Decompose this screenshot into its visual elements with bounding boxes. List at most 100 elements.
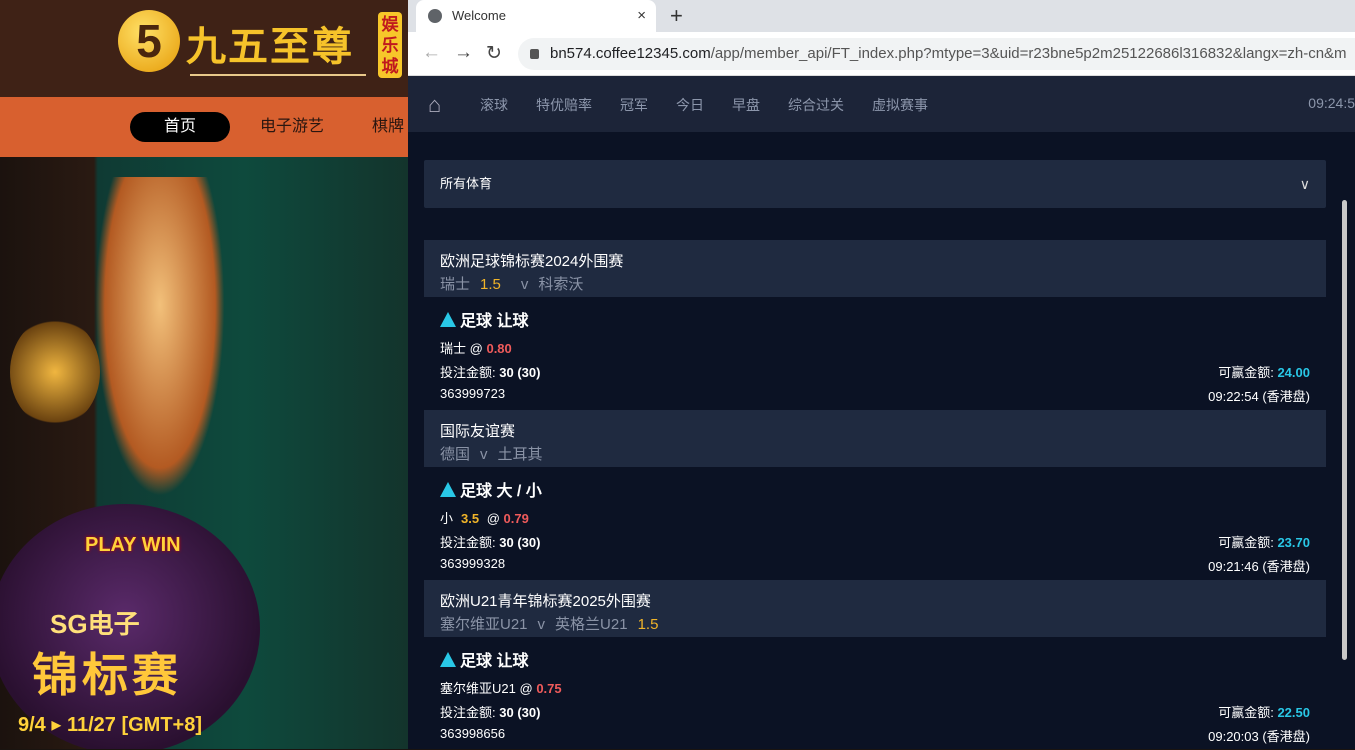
match-header: 欧洲足球锦标赛2024外围赛 瑞士 1.5 v 科索沃: [424, 240, 1326, 297]
odds: 0.80: [486, 341, 512, 356]
close-tab-icon[interactable]: ×: [637, 0, 646, 32]
promo-brand: SG电子: [50, 609, 140, 639]
sport-filter-value: 所有体育: [440, 176, 493, 191]
logo-ornament: [190, 74, 366, 76]
pick-name: 小: [440, 511, 454, 526]
at-sign: @: [486, 511, 500, 526]
browser-window: Welcome × + ← → ↻ bn574.coffee12345.com/…: [408, 0, 1355, 749]
promo-dates: 9/4 ▸ 11/27 [GMT+8]: [18, 714, 203, 736]
url-host: bn574.coffee12345.com: [550, 45, 711, 62]
bet-slip: 足球 让球 瑞士 @ 0.80 投注金额: 30 (30) 363999723 …: [424, 297, 1326, 410]
match-teams: 德国 v 土耳其: [440, 443, 1310, 464]
warning-icon: [440, 482, 456, 497]
away-team: 科索沃: [538, 276, 584, 293]
home-team: 塞尔维亚U21: [440, 616, 528, 633]
match-header: 欧洲U21青年锦标赛2025外围赛 塞尔维亚U21 v 英格兰U21 1.5: [424, 580, 1326, 637]
bet-type: 足球 让球: [460, 653, 529, 670]
league-name: 欧洲U21青年锦标赛2025外围赛: [440, 593, 651, 610]
lock-icon: [530, 49, 539, 59]
casino-nav: 首页 电子游艺 棋牌: [0, 97, 408, 157]
win-value: 24.00: [1277, 365, 1310, 380]
match-header: 国际友谊赛 德国 v 土耳其: [424, 410, 1326, 467]
bet-type: 足球 让球: [460, 313, 529, 330]
away-team: 英格兰U21: [555, 616, 628, 633]
promo-title: 锦标赛: [32, 649, 182, 701]
win-label: 可赢金额:: [1218, 365, 1274, 380]
win-value: 23.70: [1277, 535, 1310, 550]
back-icon[interactable]: ←: [422, 42, 441, 64]
home-team: 德国: [440, 446, 471, 463]
clock: 09:24:5: [1308, 95, 1355, 111]
address-bar-row: ← → ↻ bn574.coffee12345.com/app/member_a…: [408, 32, 1355, 76]
logo-text: 九五至尊: [186, 23, 354, 70]
bet-card: 国际友谊赛 德国 v 土耳其 足球 大 / 小 小 3.5 @ 0.79 投注金额: …: [424, 410, 1326, 580]
bet-type: 足球 大 / 小: [460, 483, 542, 500]
nav-special-odds[interactable]: 特优赔率: [536, 95, 592, 115]
nav-parlay[interactable]: 综合过关: [788, 95, 844, 115]
coin-image: [10, 317, 100, 427]
league-name: 欧洲足球锦标赛2024外围赛: [440, 253, 624, 270]
logo-badge: 娱乐城: [378, 12, 402, 78]
ticket-id: 363999723: [440, 386, 506, 401]
sports-nav: ⌂ 滚球 特优赔率 冠军 今日 早盘 综合过关 虚拟赛事 09:24:5: [408, 76, 1355, 132]
ticket-id: 363998656: [440, 726, 506, 741]
win-value: 22.50: [1277, 705, 1310, 720]
versus: v: [537, 616, 546, 633]
versus: v: [480, 446, 488, 463]
stake-value: 30 (30): [499, 365, 541, 380]
bet-time: 09:20:03 (香港盘): [1208, 729, 1310, 744]
odds: 0.79: [503, 511, 529, 526]
scrollbar[interactable]: [1342, 200, 1347, 660]
win-label: 可赢金额:: [1218, 535, 1274, 550]
url-path: /app/member_api/FT_index.php?mtype=3&uid…: [710, 45, 1347, 62]
bet-card: 欧洲足球锦标赛2024外围赛 瑞士 1.5 v 科索沃 足球 让球 瑞士 @ 0.80…: [424, 240, 1326, 410]
pick-name: 塞尔维亚U21: [440, 681, 516, 696]
bet-slip: 足球 让球 塞尔维亚U21 @ 0.75 投注金额: 30 (30) 36399…: [424, 637, 1326, 750]
bet-time: 09:22:54 (香港盘): [1208, 389, 1310, 404]
logo-icon: 5: [118, 10, 180, 72]
match-teams: 塞尔维亚U21 v 英格兰U21 1.5: [440, 613, 1310, 634]
casino-nav-cards[interactable]: 棋牌: [372, 112, 404, 142]
chevron-down-icon: ∨: [1299, 176, 1310, 192]
ticket-id: 363999328: [440, 556, 506, 571]
background-casino-site: 5 九五至尊 娱乐城 首页 电子游艺 棋牌 PLAY WIN SG电子 锦标赛 …: [0, 0, 408, 749]
pick-name: 瑞士: [440, 341, 467, 356]
warning-icon: [440, 652, 456, 667]
home-icon[interactable]: ⌂: [428, 92, 441, 118]
globe-icon: [428, 9, 442, 23]
promo-play-win: PLAY WIN: [85, 534, 181, 556]
at-sign: @: [519, 681, 533, 696]
nav-virtual[interactable]: 虚拟赛事: [872, 95, 928, 115]
sport-filter-select[interactable]: 所有体育 ∨: [424, 160, 1326, 208]
nav-live[interactable]: 滚球: [480, 95, 508, 115]
url-input[interactable]: bn574.coffee12345.com/app/member_api/FT_…: [518, 38, 1355, 70]
casino-nav-home[interactable]: 首页: [130, 112, 230, 142]
tab-title: Welcome: [452, 8, 506, 23]
nav-today[interactable]: 今日: [676, 95, 704, 115]
bet-time: 09:21:46 (香港盘): [1208, 559, 1310, 574]
handicap-away: 1.5: [637, 616, 659, 633]
away-team: 土耳其: [497, 446, 543, 463]
nav-early[interactable]: 早盘: [732, 95, 760, 115]
tab-strip: Welcome × +: [408, 0, 1355, 32]
promo-badge[interactable]: PLAY WIN SG电子 锦标赛 9/4 ▸ 11/27 [GMT+8]: [0, 504, 260, 749]
league-name: 国际友谊赛: [440, 423, 516, 440]
home-team: 瑞士: [440, 276, 471, 293]
forward-icon[interactable]: →: [454, 42, 473, 64]
casino-header: 5 九五至尊 娱乐城: [0, 0, 408, 97]
new-tab-button[interactable]: +: [670, 0, 683, 32]
handicap-home: 1.5: [480, 276, 501, 293]
tab-welcome[interactable]: Welcome ×: [416, 0, 656, 32]
odds: 0.75: [536, 681, 562, 696]
stake-value: 30 (30): [499, 705, 541, 720]
at-sign: @: [469, 341, 483, 356]
win-label: 可赢金额:: [1218, 705, 1274, 720]
casino-nav-egames[interactable]: 电子游艺: [260, 112, 324, 142]
bet-card: 欧洲U21青年锦标赛2025外围赛 塞尔维亚U21 v 英格兰U21 1.5 足球 让…: [424, 580, 1326, 750]
nav-outright[interactable]: 冠军: [620, 95, 648, 115]
reload-icon[interactable]: ↻: [486, 42, 502, 65]
bet-slip: 足球 大 / 小 小 3.5 @ 0.79 投注金额: 30 (30) 36399…: [424, 467, 1326, 580]
hero-banner: PLAY WIN SG电子 锦标赛 9/4 ▸ 11/27 [GMT+8]: [0, 157, 408, 749]
versus: v: [520, 276, 529, 293]
dragon-koi-image: [95, 177, 225, 497]
